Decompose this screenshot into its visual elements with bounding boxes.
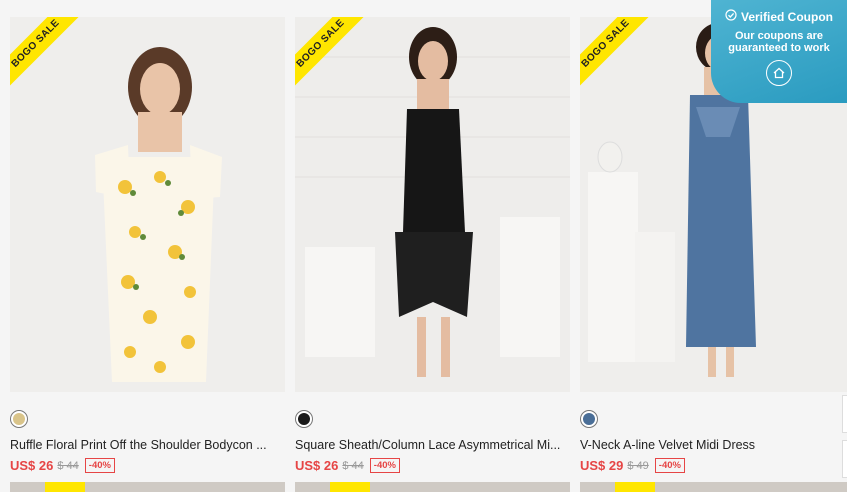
next-row-image-preview[interactable]	[10, 482, 285, 492]
scroll-side-button[interactable]	[842, 395, 847, 433]
sale-price: US$ 29	[580, 458, 624, 473]
coupon-header: Verified Coupon	[711, 9, 847, 24]
sale-price: US$ 26	[10, 458, 54, 473]
coupon-line-2: guaranteed to work	[728, 42, 830, 54]
original-price: $ 44	[57, 459, 79, 472]
model-photo-illustration	[10, 17, 285, 392]
model-photo-illustration	[295, 17, 570, 392]
product-card[interactable]: BOGO SALE Square Sheath/Column Lace Asym…	[295, 17, 570, 492]
coupon-line-1: Our coupons are	[734, 30, 824, 42]
color-swatch[interactable]	[295, 410, 313, 428]
price-row: US$ 26 $ 44 -40%	[10, 458, 115, 473]
color-swatch[interactable]	[10, 410, 28, 428]
price-row: US$ 26 $ 44 -40%	[295, 458, 400, 473]
discount-badge: -40%	[369, 458, 400, 473]
discount-badge: -40%	[84, 458, 115, 473]
coupon-title: Verified Coupon	[740, 9, 833, 24]
scroll-side-button[interactable]	[842, 440, 847, 478]
next-row-image-preview[interactable]	[580, 482, 847, 492]
product-image[interactable]: BOGO SALE	[295, 17, 570, 392]
sale-price: US$ 26	[295, 458, 339, 473]
product-image[interactable]: BOGO SALE	[10, 17, 285, 392]
verified-coupon-panel[interactable]: Verified Coupon Our coupons are guarante…	[711, 0, 847, 103]
color-swatch[interactable]	[580, 410, 598, 428]
next-row-image-preview[interactable]	[295, 482, 570, 492]
original-price: $ 49	[627, 459, 649, 472]
product-title[interactable]: Ruffle Floral Print Off the Shoulder Bod…	[10, 438, 285, 452]
product-title[interactable]: Square Sheath/Column Lace Asymmetrical M…	[295, 438, 570, 452]
check-circle-icon	[725, 9, 737, 24]
original-price: $ 44	[342, 459, 364, 472]
home-icon[interactable]	[766, 60, 792, 86]
price-row: US$ 29 $ 49 -40%	[580, 458, 685, 473]
discount-badge: -40%	[654, 458, 685, 473]
product-title[interactable]: V-Neck A-line Velvet Midi Dress	[580, 438, 847, 452]
coupon-subtext: Our coupons are guaranteed to work	[711, 30, 847, 54]
product-card[interactable]: BOGO SALE Ruffle Floral Print Off the Sh…	[10, 17, 285, 492]
